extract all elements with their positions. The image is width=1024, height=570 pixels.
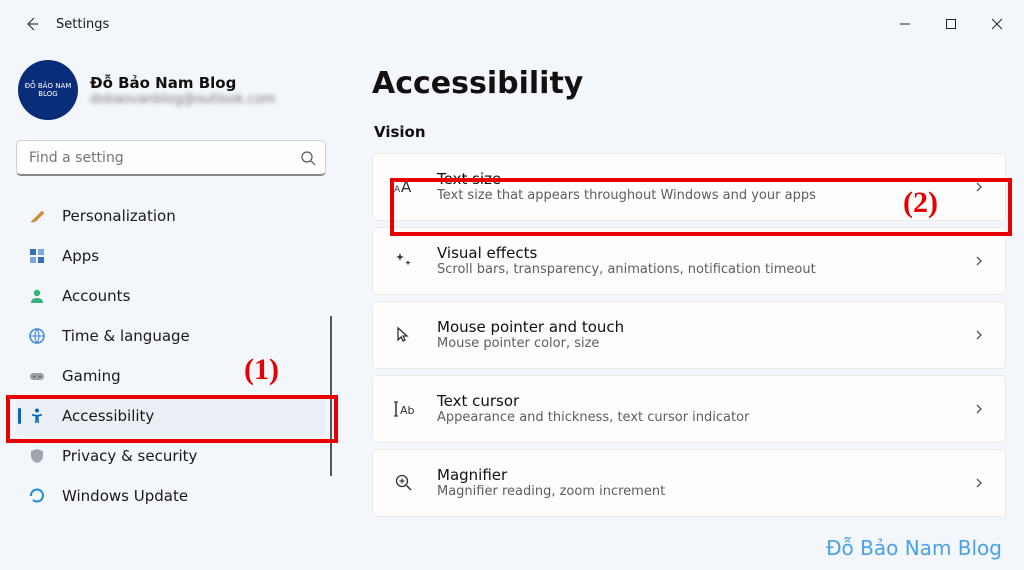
person-icon [28, 287, 46, 305]
card-title: Text cursor [437, 392, 951, 410]
profile-email: dobaovanblog@outlook.com [90, 92, 276, 107]
sidebar-item-apps[interactable]: Apps [16, 236, 326, 276]
sidebar-item-label: Gaming [62, 367, 121, 385]
sidebar-item-privacy-security[interactable]: Privacy & security [16, 436, 326, 476]
brush-icon [28, 207, 46, 225]
minimize-button[interactable] [882, 8, 928, 40]
card-visual-effects[interactable]: Visual effects Scroll bars, transparency… [372, 227, 1006, 295]
sidebar-item-windows-update[interactable]: Windows Update [16, 476, 326, 516]
section-header-vision: Vision [374, 123, 1006, 141]
sidebar-item-accounts[interactable]: Accounts [16, 276, 326, 316]
app-title: Settings [56, 17, 109, 32]
search-input[interactable] [16, 140, 326, 176]
apps-icon [28, 247, 46, 265]
sidebar-item-label: Personalization [62, 207, 176, 225]
search-box[interactable] [16, 140, 326, 176]
card-subtitle: Scroll bars, transparency, animations, n… [437, 262, 951, 279]
avatar: ĐỖ BẢO NAM BLOG [18, 60, 78, 120]
svg-text:A: A [401, 178, 412, 196]
text-cursor-icon: Ab [393, 399, 415, 419]
card-magnifier[interactable]: Magnifier Magnifier reading, zoom increm… [372, 449, 1006, 517]
card-subtitle: Mouse pointer color, size [437, 336, 951, 353]
chevron-right-icon [973, 326, 985, 345]
sidebar-item-accessibility[interactable]: Accessibility [16, 396, 326, 436]
card-title: Magnifier [437, 466, 951, 484]
card-mouse-pointer[interactable]: Mouse pointer and touch Mouse pointer co… [372, 301, 1006, 369]
card-title: Mouse pointer and touch [437, 318, 951, 336]
profile-block[interactable]: ĐỖ BẢO NAM BLOG Đỗ Bảo Nam Blog dobaovan… [16, 48, 326, 140]
card-subtitle: Magnifier reading, zoom increment [437, 484, 951, 501]
sidebar-item-gaming[interactable]: Gaming [16, 356, 326, 396]
magnifier-icon [393, 473, 415, 493]
accessibility-icon [28, 407, 46, 425]
gamepad-icon [28, 367, 46, 385]
back-button[interactable] [12, 4, 52, 44]
sidebar-item-label: Accounts [62, 287, 130, 305]
update-icon [28, 487, 46, 505]
text-size-icon: AA [393, 176, 415, 198]
card-text-cursor[interactable]: Ab Text cursor Appearance and thickness,… [372, 375, 1006, 443]
page-title: Accessibility [372, 66, 1006, 101]
chevron-right-icon [973, 474, 985, 493]
card-text-size[interactable]: AA Text size Text size that appears thro… [372, 153, 1006, 221]
search-icon [300, 150, 316, 166]
maximize-button[interactable] [928, 8, 974, 40]
sidebar-item-label: Windows Update [62, 487, 188, 505]
svg-text:Ab: Ab [400, 404, 415, 417]
sidebar-nav: Personalization Apps Accounts Time & lan… [16, 196, 326, 516]
svg-text:A: A [394, 185, 401, 195]
sparkles-icon [393, 251, 415, 271]
sidebar-item-personalization[interactable]: Personalization [16, 196, 326, 236]
card-subtitle: Appearance and thickness, text cursor in… [437, 410, 951, 427]
sidebar-item-label: Apps [62, 247, 99, 265]
chevron-right-icon [973, 178, 985, 197]
card-title: Text size [437, 170, 951, 188]
profile-name: Đỗ Bảo Nam Blog [90, 74, 276, 92]
cursor-icon [393, 325, 415, 345]
sidebar-item-label: Time & language [62, 327, 190, 345]
card-title: Visual effects [437, 244, 951, 262]
card-subtitle: Text size that appears throughout Window… [437, 188, 951, 205]
sidebar-item-label: Accessibility [62, 407, 154, 425]
sidebar-item-label: Privacy & security [62, 447, 197, 465]
globe-clock-icon [28, 327, 46, 345]
chevron-right-icon [973, 400, 985, 419]
sidebar-item-time-language[interactable]: Time & language [16, 316, 326, 356]
shield-icon [28, 447, 46, 465]
chevron-right-icon [973, 252, 985, 271]
close-button[interactable] [974, 8, 1020, 40]
